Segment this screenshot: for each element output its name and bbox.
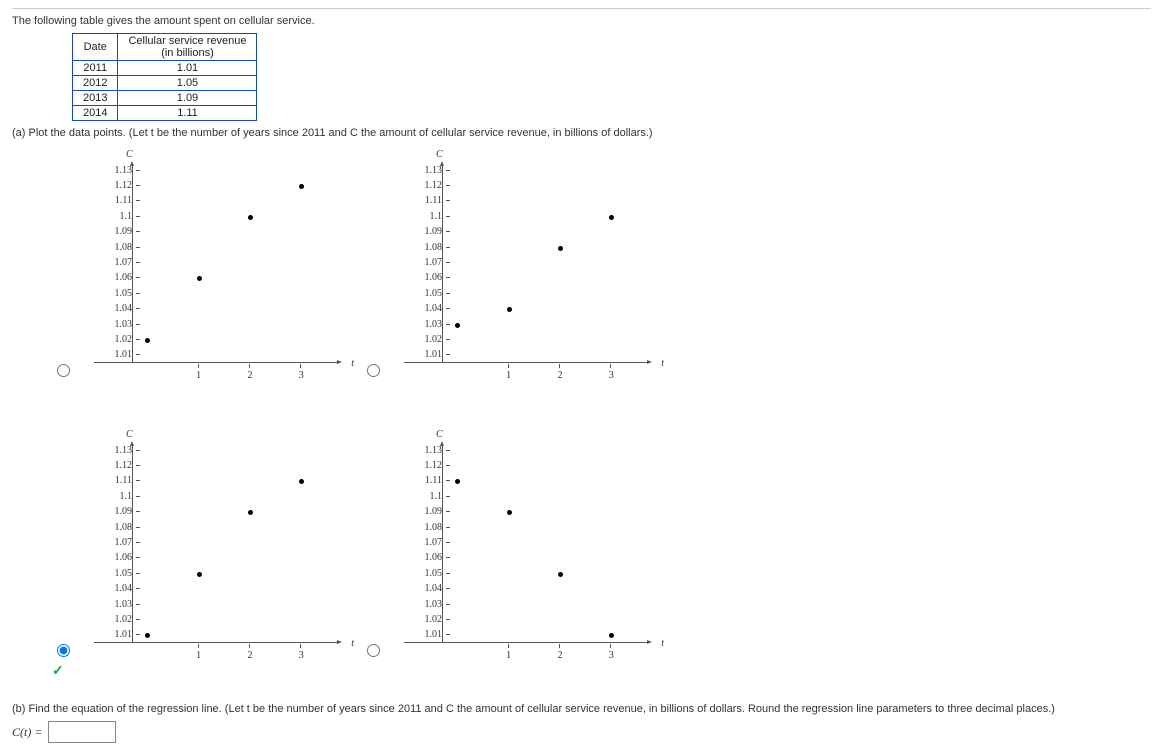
part-a-prompt: (a) Plot the data points. (Let t be the … [12, 127, 1151, 139]
data-point [299, 479, 304, 484]
top-rule [12, 8, 1151, 9]
table-row: 20141.11 [73, 106, 257, 121]
data-point [145, 338, 150, 343]
scatter-plot: Ct1.011.021.031.041.051.061.071.081.091.… [402, 155, 652, 385]
data-point [558, 246, 563, 251]
option-A: Ct1.011.021.031.041.051.061.071.081.091.… [52, 147, 362, 407]
th-date: Date [73, 34, 118, 61]
option-C: Ct1.011.021.031.041.051.061.071.081.091.… [52, 427, 362, 687]
scatter-plot: Ct1.011.021.031.041.051.061.071.081.091.… [92, 155, 342, 385]
data-point [507, 307, 512, 312]
chart-options: Ct1.011.021.031.041.051.061.071.081.091.… [52, 147, 1151, 687]
th-rev: Cellular service revenue (in billions) [118, 34, 257, 61]
table-row: 20131.09 [73, 91, 257, 106]
table-row: 20121.05 [73, 76, 257, 91]
data-table: Date Cellular service revenue (in billio… [72, 33, 257, 121]
intro-text: The following table gives the amount spe… [12, 15, 1151, 27]
scatter-plot: Ct1.011.021.031.041.051.061.071.081.091.… [92, 435, 342, 665]
check-icon: ✓ [52, 662, 64, 679]
data-point [248, 510, 253, 515]
option-B-radio[interactable] [367, 364, 380, 377]
data-point [609, 215, 614, 220]
table-row: 20111.01 [73, 61, 257, 76]
data-point [558, 572, 563, 577]
data-point [507, 510, 512, 515]
equation-label: C(t) = [12, 725, 42, 740]
data-point [609, 633, 614, 638]
data-point [197, 276, 202, 281]
part-b-prompt: (b) Find the equation of the regression … [12, 703, 1151, 715]
option-B: Ct1.011.021.031.041.051.061.071.081.091.… [362, 147, 672, 407]
option-C-radio[interactable] [57, 644, 70, 657]
scatter-plot: Ct1.011.021.031.041.051.061.071.081.091.… [402, 435, 652, 665]
data-point [455, 323, 460, 328]
option-D: Ct1.011.021.031.041.051.061.071.081.091.… [362, 427, 672, 687]
option-D-radio[interactable] [367, 644, 380, 657]
data-point [455, 479, 460, 484]
option-A-radio[interactable] [57, 364, 70, 377]
data-point [248, 215, 253, 220]
regression-answer-input[interactable] [48, 721, 116, 743]
data-point [145, 633, 150, 638]
data-point [197, 572, 202, 577]
data-point [299, 184, 304, 189]
